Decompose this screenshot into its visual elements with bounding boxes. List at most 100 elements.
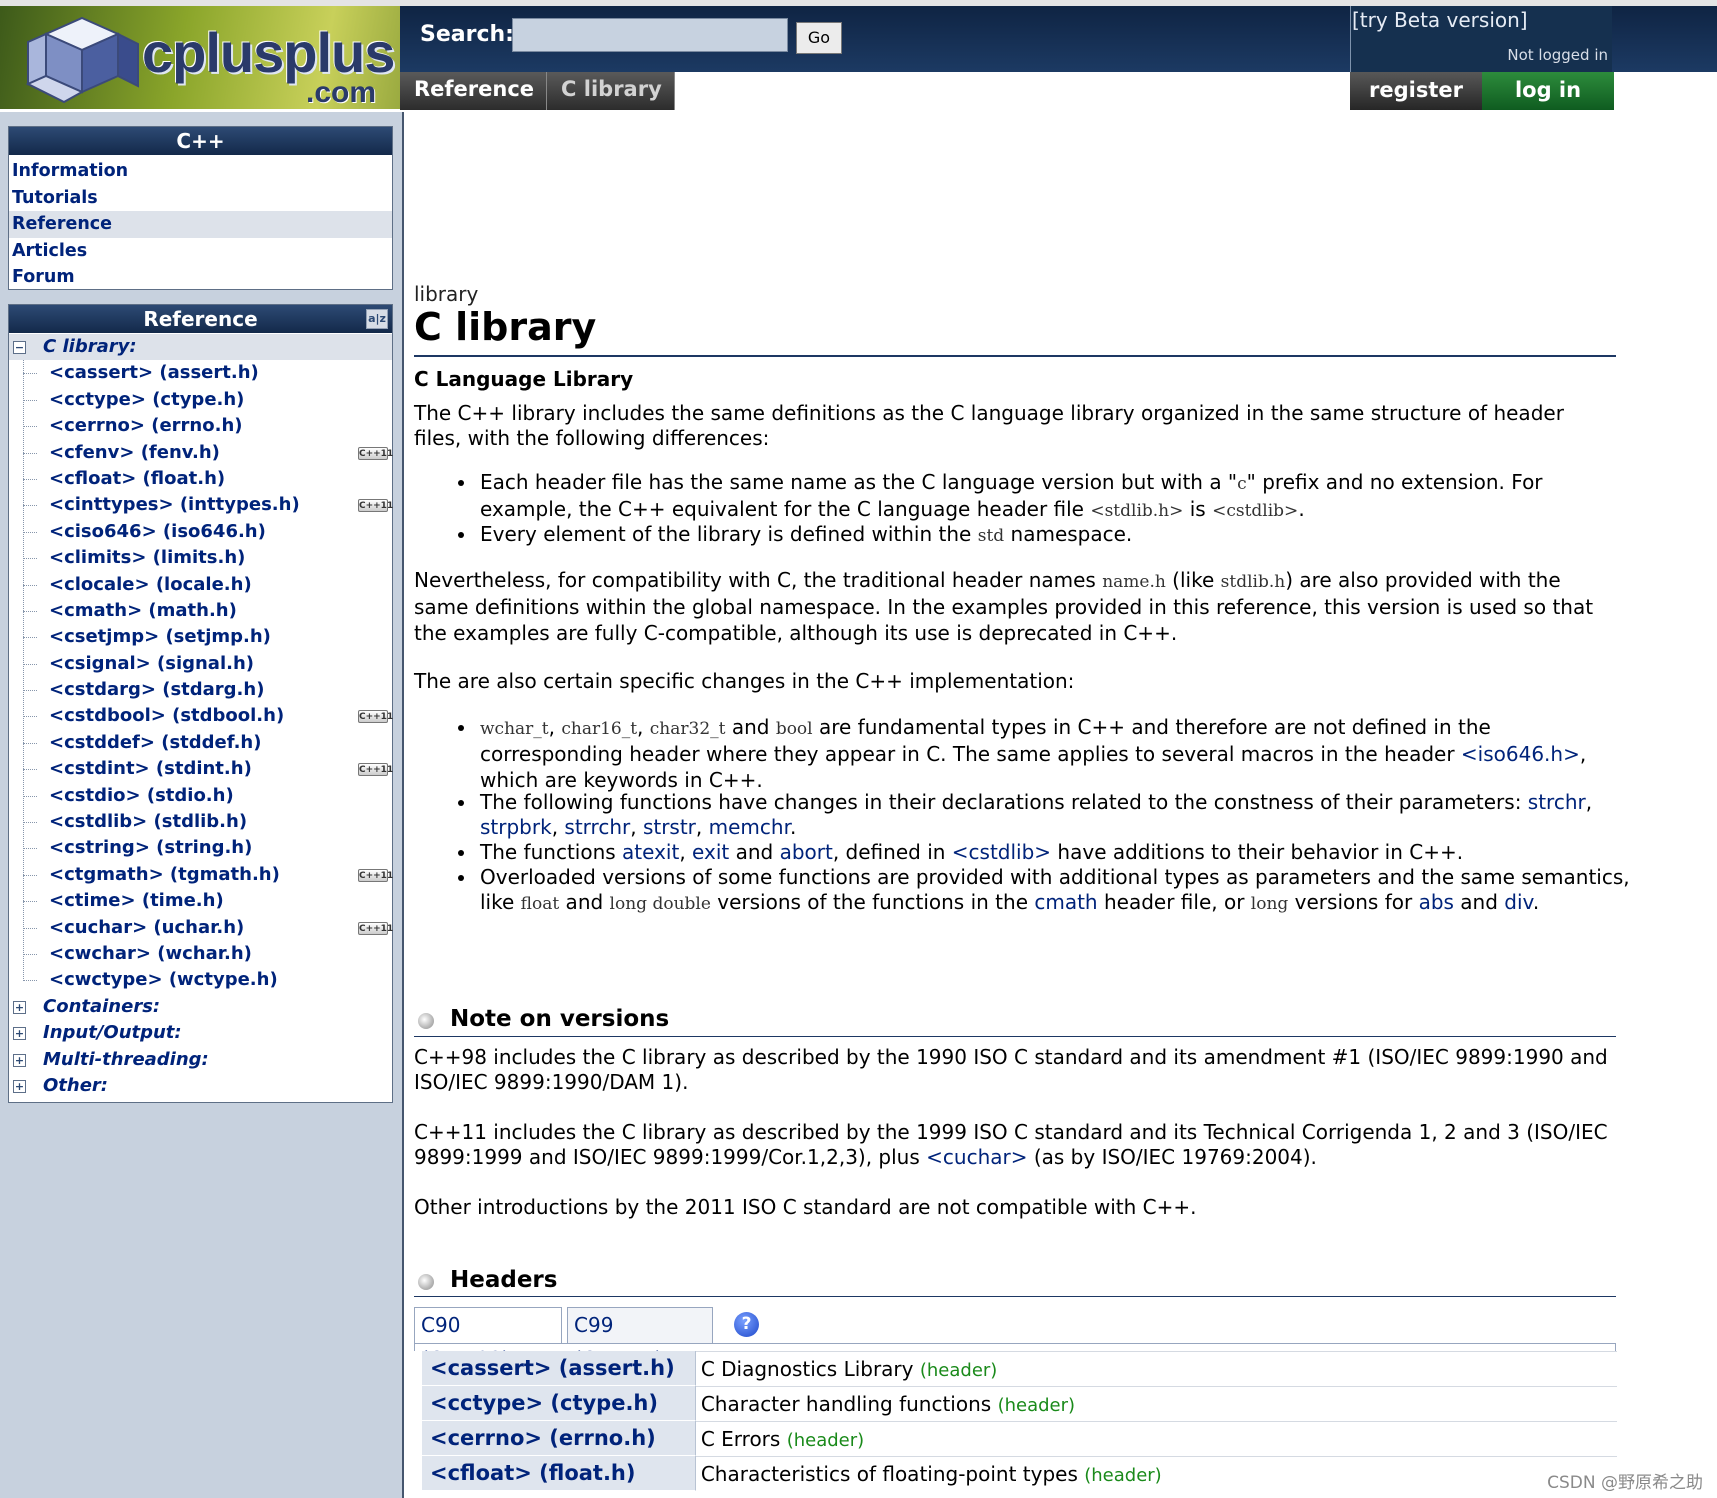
nav-item-reference[interactable]: Reference (9, 211, 392, 238)
beta-version-link[interactable]: [try Beta version] (1352, 8, 1528, 32)
tree-item-label: <cfloat> (float.h) (49, 467, 226, 489)
tree-category-other[interactable]: + Other: (9, 1073, 392, 1099)
tree-connector (23, 795, 37, 797)
strrchr-link[interactable]: strrchr (564, 815, 630, 839)
tree-category-c-library[interactable]: − C library: (9, 334, 392, 361)
tree-category-containers[interactable]: + Containers: (9, 994, 392, 1020)
breadcrumb-c-library[interactable]: C library (547, 72, 675, 110)
strstr-link[interactable]: strstr (643, 815, 696, 839)
tree-item-header[interactable]: <clocale> (locale.h) (9, 572, 392, 598)
expand-icon[interactable]: + (13, 1000, 26, 1014)
tab-c99[interactable]: C99 (C++11) (567, 1307, 713, 1371)
text: The following functions have changes in … (480, 790, 1528, 814)
header-hint: (header) (919, 1359, 998, 1381)
header-name-link[interactable]: <cctype> (ctype.h) (422, 1386, 696, 1421)
tree-item-header[interactable]: <ctime> (time.h) (9, 888, 392, 914)
text: , defined in (832, 840, 952, 864)
tree-item-label: <ctgmath> (tgmath.h) (49, 863, 280, 885)
tree-item-header[interactable]: <cctype> (ctype.h) (9, 387, 392, 413)
tree-item-header[interactable]: <cwctype> (wctype.h) (9, 967, 392, 993)
description-text: Character handling functions (700, 1391, 992, 1416)
login-button[interactable]: log in (1482, 72, 1614, 110)
nav-item-articles[interactable]: Articles (9, 238, 392, 265)
tree-item-header[interactable]: <cassert> (assert.h) (9, 360, 392, 386)
tree-item-header[interactable]: <cstdlib> (stdlib.h) (9, 809, 392, 835)
logo-suffix: .com (306, 76, 377, 109)
tree-item-header[interactable]: <ctgmath> (tgmath.h) C++11 (9, 862, 393, 888)
tree-category-label: Multi-threading: (43, 1048, 209, 1070)
header-description: Character handling functions (header) (695, 1386, 1617, 1421)
tree-item-label: <cstdint> (stdint.h) (49, 758, 252, 780)
nav-item-information[interactable]: Information (9, 158, 392, 185)
tree-item-header[interactable]: <ciso646> (iso646.h) (9, 519, 392, 545)
text: and (1453, 890, 1505, 915)
collapse-icon[interactable]: − (13, 341, 26, 354)
nav-item-forum[interactable]: Forum (9, 264, 392, 291)
strpbrk-link[interactable]: strpbrk (480, 815, 552, 839)
tree-item-header[interactable]: <cstdint> (stdint.h) C++11 (9, 756, 393, 782)
tree-item-header[interactable]: <cerrno> (errno.h) (9, 413, 392, 439)
view-toggle-icon[interactable]: a|z (366, 309, 388, 329)
memchr-link[interactable]: memchr (709, 815, 790, 839)
tree-item-header[interactable]: <cfloat> (float.h) (9, 466, 392, 492)
register-button[interactable]: register (1350, 72, 1482, 110)
tree-item-label: <cstdio> (stdio.h) (49, 784, 234, 806)
tree-item-header[interactable]: <cfenv> (fenv.h) C++11 (9, 440, 393, 466)
abs-link[interactable]: abs (1419, 890, 1454, 914)
code: long double (609, 894, 711, 915)
tree-item-header[interactable]: <cstdarg> (stdarg.h) (9, 677, 392, 703)
strchr-link[interactable]: strchr (1528, 790, 1586, 814)
header-name-link[interactable]: <cerrno> (errno.h) (422, 1421, 696, 1456)
cube-logo-icon (25, 16, 139, 104)
tree-item-label: <climits> (limits.h) (49, 547, 246, 569)
change-item-2: The following functions have changes in … (458, 790, 1636, 841)
cstdlib-link[interactable]: <cstdlib> (952, 840, 1051, 864)
tab-c90[interactable]: C90 (C++98) (414, 1307, 562, 1371)
expand-icon[interactable]: + (13, 1027, 26, 1041)
tree-item-header[interactable]: <cuchar> (uchar.h) C++11 (9, 915, 393, 941)
search-input[interactable] (512, 18, 788, 52)
tree-item-label: <ciso646> (iso646.h) (49, 520, 266, 542)
header-name-link[interactable]: <cfloat> (float.h) (422, 1456, 696, 1491)
tree-item-header[interactable]: <cmath> (math.h) (9, 598, 392, 624)
cpp11-badge-icon: C++11 (358, 499, 394, 513)
tree-item-header[interactable]: <cstdbool> (stdbool.h) C++11 (9, 703, 394, 729)
tree-category-input-output[interactable]: + Input/Output: (9, 1020, 392, 1046)
tree-item-label: <cinttypes> (inttypes.h) (49, 494, 300, 516)
div-link[interactable]: div (1504, 890, 1533, 914)
cpp11-badge-icon: C++11 (358, 710, 394, 724)
site-logo[interactable]: cplusplus .com (0, 6, 400, 109)
go-button[interactable]: Go (796, 22, 842, 54)
nav-item-tutorials[interactable]: Tutorials (9, 185, 392, 212)
abort-link[interactable]: abort (780, 840, 833, 864)
tree-category-multi-threading[interactable]: + Multi-threading: (9, 1047, 392, 1073)
tree-item-header[interactable]: <cstddef> (stddef.h) (9, 730, 392, 756)
iso646-link[interactable]: <iso646.h> (1461, 742, 1580, 766)
tree-connector (23, 505, 37, 507)
table-row: <cfloat> (float.h) Characteristics of flo… (422, 1456, 1617, 1491)
text: Nevertheless, for compatibility with C, … (414, 568, 1103, 592)
cuchar-link[interactable]: <cuchar> (926, 1145, 1027, 1169)
expand-icon[interactable]: + (13, 1079, 26, 1093)
tree-connector (23, 452, 37, 454)
breadcrumb-reference[interactable]: Reference (400, 72, 548, 110)
tree-connector (23, 927, 37, 929)
difference-item-2: Every element of the library is defined … (458, 522, 1636, 549)
help-icon[interactable]: ? (734, 1312, 759, 1337)
expand-icon[interactable]: + (13, 1053, 26, 1067)
text: , (637, 715, 650, 739)
tree-item-header[interactable]: <csignal> (signal.h) (9, 651, 392, 677)
cmath-link[interactable]: cmath (1034, 890, 1097, 914)
header-name-link[interactable]: <cassert> (assert.h) (422, 1351, 696, 1386)
tree-item-header[interactable]: <csetjmp> (setjmp.h) (9, 624, 392, 650)
tree-item-header[interactable]: <cstdio> (stdio.h) (9, 783, 392, 809)
tree-item-header[interactable]: <cwchar> (wchar.h) (9, 941, 392, 967)
tree-item-header[interactable]: <cinttypes> (inttypes.h) C++11 (9, 492, 394, 518)
tree-item-header[interactable]: <cstring> (string.h) (9, 835, 392, 861)
exit-link[interactable]: exit (692, 840, 729, 864)
tree-category-label: Input/Output: (43, 1022, 182, 1044)
atexit-link[interactable]: atexit (622, 840, 679, 864)
tree-connector (23, 478, 37, 480)
text: , (548, 715, 562, 739)
tree-item-header[interactable]: <climits> (limits.h) (9, 545, 392, 571)
